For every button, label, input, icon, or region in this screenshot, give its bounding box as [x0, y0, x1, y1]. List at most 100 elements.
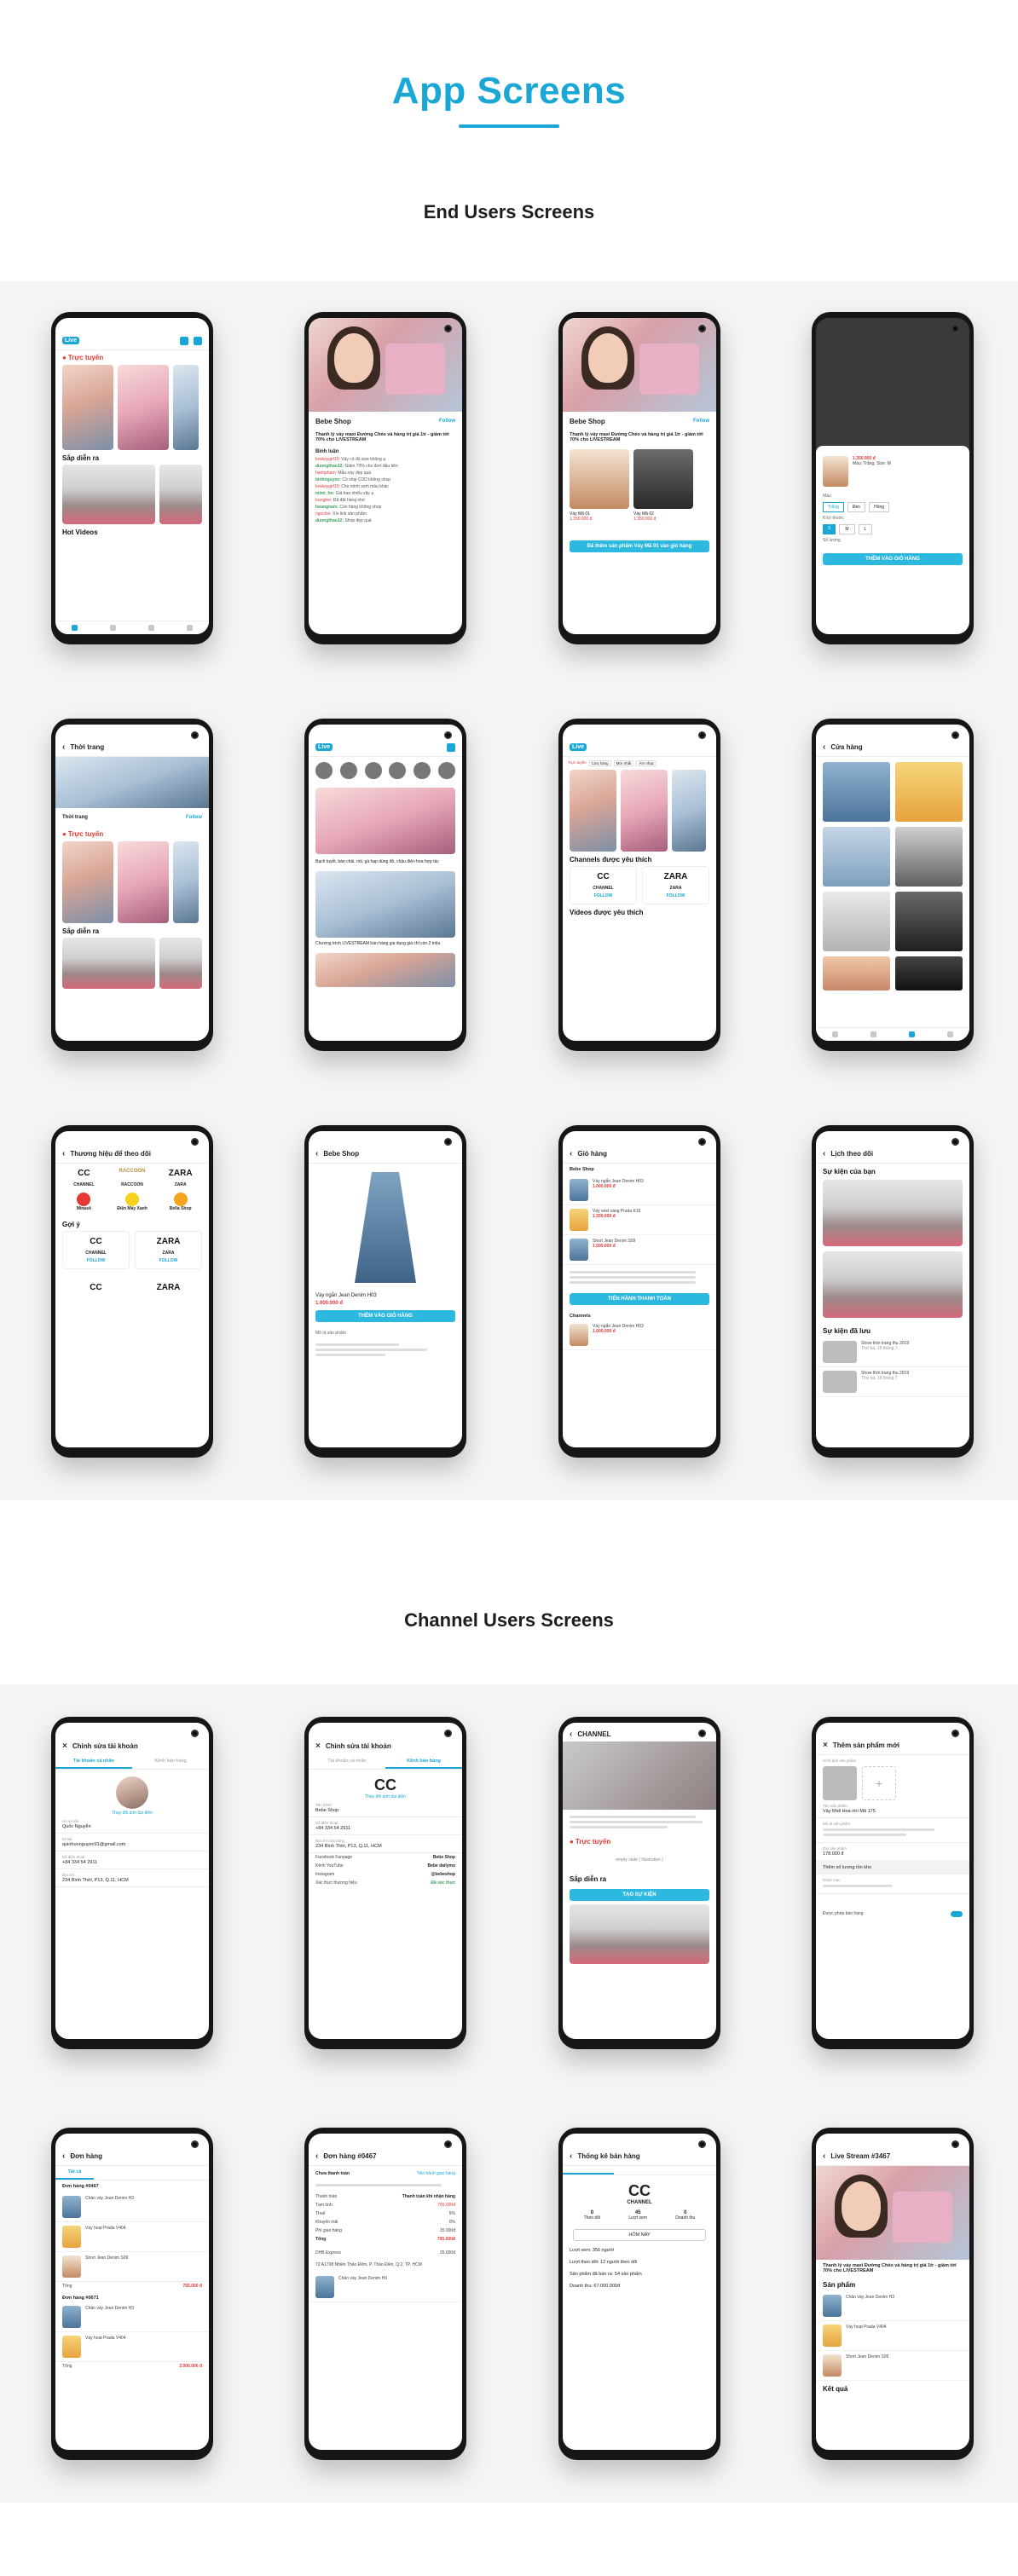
brand-item[interactable]: Bella Shop	[159, 1193, 202, 1211]
stream-product[interactable]: Chân váy Jean Denim H3	[816, 2291, 969, 2321]
filter-tab[interactable]: Âm nhạc	[636, 760, 657, 766]
category-icon[interactable]	[339, 762, 357, 779]
added-to-cart-banner[interactable]: Đã thêm sản phẩm Váy Mã 01 vào giỏ hàng	[570, 540, 709, 552]
search-icon[interactable]	[180, 336, 188, 345]
brand-card[interactable]: ZARA ZARA FOLLOW	[135, 1231, 202, 1269]
stream-product[interactable]: Short Jean Denim S09	[816, 2351, 969, 2381]
tab-personal[interactable]: Tài khoản cá nhân	[309, 1755, 385, 1769]
back-icon[interactable]: ‹	[823, 1149, 825, 1158]
back-icon[interactable]: ‹	[62, 1149, 65, 1158]
stream-product[interactable]: Váy hoạt Prada V404	[816, 2321, 969, 2351]
product-tile[interactable]	[895, 956, 963, 991]
tab-all[interactable]: Tất cả	[55, 2166, 94, 2180]
address-field[interactable]: 234 Bình Thời, P13, Q.11, HCM	[315, 1844, 455, 1849]
back-icon[interactable]: ‹	[570, 1149, 572, 1158]
live-card[interactable]	[672, 770, 706, 852]
product-tile[interactable]	[895, 762, 963, 822]
close-icon[interactable]: ×	[315, 1741, 321, 1751]
event-card[interactable]	[823, 1180, 963, 1246]
size-option[interactable]: M	[839, 524, 855, 534]
cart-item[interactable]: Váy vest vàng Prada K16 1.350.000 đ	[563, 1205, 716, 1235]
saved-event[interactable]: Show thời trang thu 2019 Thứ ba, 18 tháng…	[816, 1337, 969, 1367]
product-photo[interactable]	[823, 1766, 857, 1800]
brand-item[interactable]: Điện Máy Xanh	[111, 1193, 154, 1211]
tab-channel[interactable]: Kênh bán hàng	[132, 1755, 209, 1769]
category-icon[interactable]	[414, 762, 431, 779]
product-tile[interactable]	[823, 892, 890, 951]
back-icon[interactable]: ‹	[823, 742, 825, 752]
facebook-value[interactable]: Bebe Shop	[433, 1855, 455, 1860]
add-to-cart-button[interactable]: THÊM VÀO GIỎ HÀNG	[823, 553, 963, 565]
price-field[interactable]: 178.000 đ	[823, 1851, 963, 1857]
live-card[interactable]	[62, 365, 113, 450]
checkout-button[interactable]: TIẾN HÀNH THANH TOÁN	[570, 1293, 709, 1305]
close-icon[interactable]: ×	[62, 1741, 67, 1751]
stock-row[interactable]: Thêm số lượng tồn kho	[823, 1865, 963, 1870]
filter-tab[interactable]: Cửa hàng	[588, 760, 611, 766]
follow-button[interactable]: Follow	[693, 419, 709, 424]
email-field[interactable]: quinhuonguyen91@gmail.com	[62, 1842, 202, 1847]
follow-button[interactable]: FOLLOW	[574, 893, 633, 898]
add-to-cart-button[interactable]: THÊM VÀO GIỎ HÀNG	[315, 1310, 455, 1322]
live-card[interactable]	[118, 365, 169, 450]
cart-item[interactable]: Váy ngắn Jean Denim H03 1.000.000 đ	[563, 1320, 716, 1350]
live-card[interactable]	[621, 770, 668, 852]
back-icon[interactable]: ‹	[570, 1730, 572, 1739]
size-option[interactable]: L	[858, 524, 873, 534]
tab-profile-icon[interactable]	[947, 1031, 953, 1037]
cart-icon[interactable]	[194, 336, 202, 345]
live-card[interactable]	[62, 841, 113, 923]
create-event-button[interactable]: TẠO SỰ KIỆN	[570, 1889, 709, 1901]
add-photo-icon[interactable]: +	[862, 1766, 896, 1800]
brand-card[interactable]: CC CHANNEL FOLLOW	[62, 1231, 130, 1269]
address-field[interactable]: 234 Bình Thời, P13, Q.11, HCM	[62, 1878, 202, 1883]
color-option[interactable]: Đen	[847, 502, 866, 512]
tab-store-icon[interactable]	[909, 1031, 915, 1037]
back-icon[interactable]: ‹	[823, 2151, 825, 2161]
tab-personal[interactable]: Tài khoản cá nhân	[55, 1755, 132, 1769]
product-tile[interactable]	[895, 827, 963, 887]
back-icon[interactable]: ‹	[62, 2151, 65, 2161]
close-icon[interactable]: ×	[823, 1741, 828, 1750]
follow-button[interactable]: FOLLOW	[139, 1258, 198, 1263]
follow-button[interactable]: Follow	[439, 419, 455, 424]
deliver-button[interactable]: Tiến hành giao hàng	[417, 2171, 455, 2176]
avatar[interactable]	[116, 1776, 148, 1809]
tab-store-icon[interactable]	[148, 625, 154, 631]
product-image[interactable]	[633, 449, 693, 509]
filter-tab[interactable]: Mới nhất	[613, 760, 634, 766]
product-name-field[interactable]: Váy Midi Hoa nhí Mã 175	[823, 1809, 963, 1814]
category-icon[interactable]	[315, 762, 333, 779]
cart-item[interactable]: Váy ngắn Jean Denim H03 1.000.000 đ	[563, 1175, 716, 1205]
live-card[interactable]	[118, 841, 169, 923]
product-tile[interactable]	[823, 762, 890, 822]
color-option[interactable]: Trắng	[823, 502, 844, 512]
back-icon[interactable]: ‹	[570, 2151, 572, 2161]
saved-event[interactable]: Show thời trang thu 2019 Thứ ba, 18 tháng…	[816, 1367, 969, 1397]
tab-home-icon[interactable]	[832, 1031, 838, 1037]
instagram-value[interactable]: @bebeshop	[431, 1872, 456, 1877]
product-tile[interactable]	[895, 892, 963, 951]
brand-item[interactable]: CC CHANNEL	[62, 1169, 106, 1187]
brand-item[interactable]: Minasô	[62, 1193, 106, 1211]
brand-item[interactable]: RACCOON RACCOON	[111, 1169, 154, 1187]
follow-button[interactable]: FOLLOW	[67, 1258, 125, 1263]
size-option[interactable]: S	[823, 524, 836, 534]
name-field[interactable]: Quốc Nguyễn	[62, 1824, 202, 1829]
upcoming-card[interactable]	[159, 465, 202, 524]
event-card[interactable]	[570, 1904, 709, 1964]
follow-button[interactable]: Follow	[186, 815, 202, 820]
search-icon[interactable]	[447, 742, 455, 752]
channel-logo[interactable]: CC	[309, 1770, 462, 1794]
tab-profile-icon[interactable]	[187, 625, 193, 631]
follow-button[interactable]: FOLLOW	[646, 893, 705, 898]
live-card[interactable]	[173, 841, 199, 923]
back-icon[interactable]: ‹	[62, 742, 65, 752]
allow-sale-toggle[interactable]	[951, 1911, 963, 1917]
cart-item[interactable]: Short Jean Denim S09 1.000.000 đ	[563, 1235, 716, 1265]
tab-channel[interactable]: Kênh bán hàng	[385, 1755, 462, 1769]
live-card[interactable]	[570, 770, 616, 852]
back-icon[interactable]: ‹	[315, 2151, 318, 2161]
category-icon[interactable]	[437, 762, 455, 779]
date-picker[interactable]: HÔM NAY	[573, 2229, 706, 2241]
